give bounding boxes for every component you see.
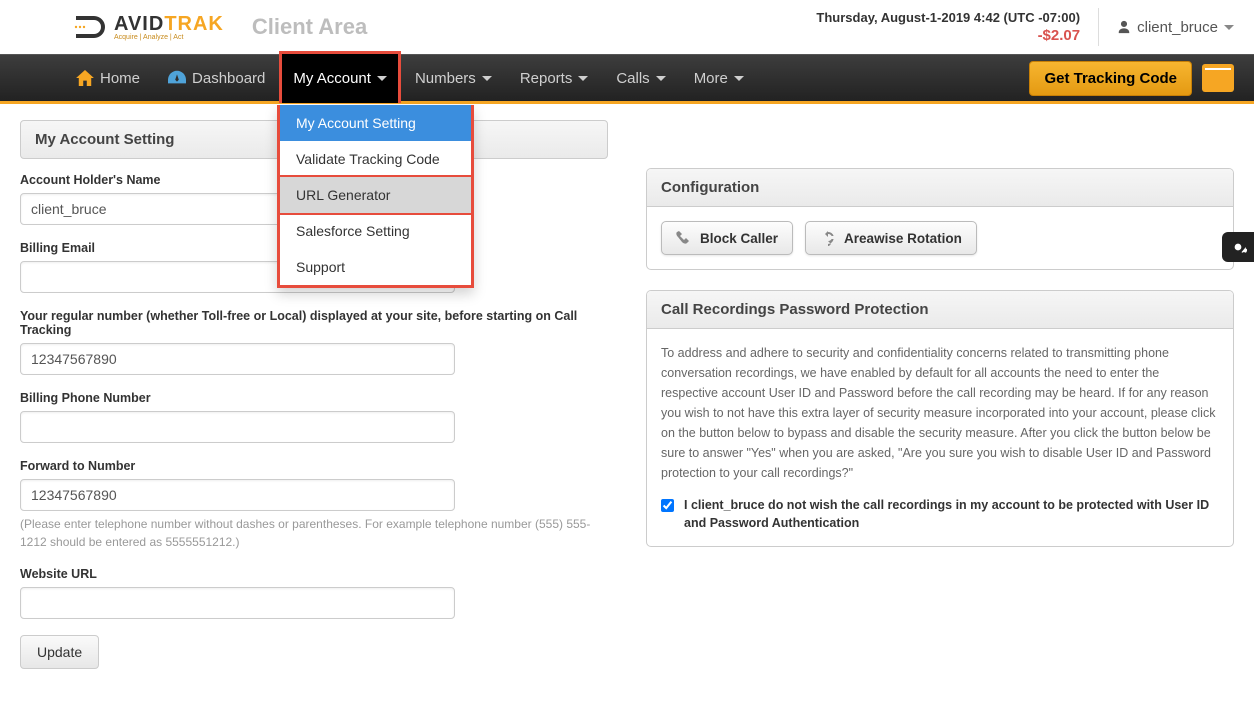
caret-icon (377, 76, 387, 81)
nav-reports-label: Reports (520, 70, 573, 87)
nav-dashboard[interactable]: Dashboard (154, 53, 279, 103)
nav-more-label: More (694, 70, 728, 87)
main-nav: Home Dashboard My Account Numbers Report… (0, 54, 1254, 104)
home-icon (76, 70, 94, 86)
block-caller-button[interactable]: Block Caller (661, 221, 793, 255)
logo-text-primary: AVID (114, 13, 164, 35)
billing-phone-input[interactable] (20, 411, 455, 443)
nav-calls[interactable]: Calls (602, 53, 679, 103)
caret-icon (734, 76, 744, 81)
rotation-icon (820, 230, 836, 246)
forward-number-input[interactable] (20, 479, 455, 511)
dashboard-icon (168, 70, 186, 86)
dd-url-generator[interactable]: URL Generator (278, 175, 473, 215)
get-tracking-code-button[interactable]: Get Tracking Code (1029, 61, 1192, 96)
billing-phone-label: Billing Phone Number (20, 391, 608, 405)
configuration-title: Configuration (647, 169, 1233, 207)
dd-salesforce-setting[interactable]: Salesforce Setting (280, 213, 471, 249)
dd-validate-tracking[interactable]: Validate Tracking Code (280, 141, 471, 177)
nav-dashboard-label: Dashboard (192, 70, 265, 87)
recordings-consent-label: I client_bruce do not wish the call reco… (684, 497, 1219, 532)
logo[interactable]: AVIDTRAK Acquire | Analyze | Act (70, 12, 224, 42)
website-url-input[interactable] (20, 587, 455, 619)
recordings-title: Call Recordings Password Protection (647, 291, 1233, 329)
gear-icon (1229, 238, 1247, 256)
areawise-label: Areawise Rotation (844, 231, 962, 246)
nav-my-account[interactable]: My Account (279, 51, 401, 103)
regular-number-input[interactable] (20, 343, 455, 375)
settings-tab[interactable] (1222, 232, 1254, 262)
caret-icon (656, 76, 666, 81)
my-account-dropdown: My Account Setting Validate Tracking Cod… (277, 105, 474, 288)
recordings-body: To address and adhere to security and co… (661, 343, 1219, 483)
nav-numbers[interactable]: Numbers (401, 53, 506, 103)
configuration-panel: Configuration Block Caller Areawise Rota… (646, 168, 1234, 270)
nav-numbers-label: Numbers (415, 70, 476, 87)
page-area-title: Client Area (252, 14, 367, 40)
calendar-icon[interactable] (1202, 64, 1234, 92)
header-datetime: Thursday, August-1-2019 4:42 (UTC -07:00… (816, 10, 1080, 25)
nav-more[interactable]: More (680, 53, 758, 103)
nav-my-account-label: My Account (293, 70, 371, 87)
logo-text-secondary: TRAK (164, 13, 224, 35)
nav-reports[interactable]: Reports (506, 53, 603, 103)
dd-support[interactable]: Support (280, 249, 471, 285)
header: AVIDTRAK Acquire | Analyze | Act Client … (0, 0, 1254, 54)
update-button[interactable]: Update (20, 635, 99, 669)
phone-block-icon (676, 230, 692, 246)
divider (1098, 8, 1099, 46)
caret-icon (1224, 25, 1234, 30)
nav-calls-label: Calls (616, 70, 649, 87)
caret-icon (578, 76, 588, 81)
regular-number-label: Your regular number (whether Toll-free o… (20, 309, 608, 337)
recordings-consent-checkbox[interactable] (661, 499, 674, 512)
caret-icon (482, 76, 492, 81)
header-balance: -$2.07 (816, 27, 1080, 44)
username-label: client_bruce (1137, 19, 1218, 36)
block-caller-label: Block Caller (700, 231, 778, 246)
nav-home[interactable]: Home (62, 53, 154, 103)
nav-home-label: Home (100, 70, 140, 87)
website-url-label: Website URL (20, 567, 608, 581)
spacer (646, 120, 1234, 168)
user-menu[interactable]: client_bruce (1117, 19, 1234, 36)
areawise-rotation-button[interactable]: Areawise Rotation (805, 221, 977, 255)
dd-my-account-setting[interactable]: My Account Setting (280, 105, 471, 141)
user-icon (1117, 20, 1131, 34)
logo-icon (70, 12, 108, 42)
recordings-panel: Call Recordings Password Protection To a… (646, 290, 1234, 547)
forward-number-label: Forward to Number (20, 459, 608, 473)
forward-number-help: (Please enter telephone number without d… (20, 515, 608, 551)
